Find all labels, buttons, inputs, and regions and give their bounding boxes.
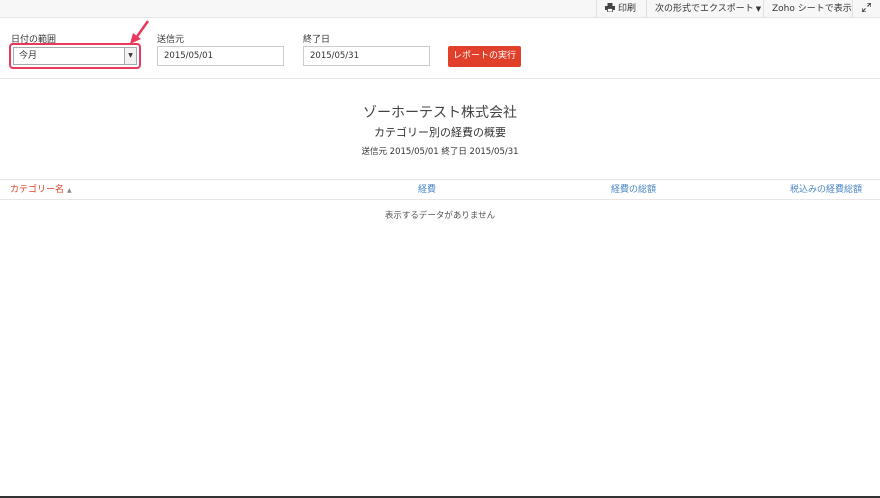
column-header-expense-total-with-tax[interactable]: 税込みの経費総額 xyxy=(790,180,862,200)
report-date-range: 送信元 2015/05/01 終了日 2015/05/31 xyxy=(361,147,519,157)
print-label: 印刷 xyxy=(618,4,637,14)
sort-icon[interactable]: ▲ xyxy=(67,187,72,194)
from-date-value: 2015/05/01 xyxy=(164,51,213,61)
run-report-button[interactable]: レポートの実行 xyxy=(448,46,521,67)
expand-icon xyxy=(861,2,872,13)
top-toolbar: 印刷 次の形式でエクスポート ▼ Zoho シートで表示 xyxy=(0,0,880,18)
report-title: カテゴリー別の経費の概要 xyxy=(374,126,506,139)
date-range-value: 今月 xyxy=(19,51,38,61)
filter-bar: 日付の範囲 今月 ▼ 送信元 2015/05/01 終了日 2015/05/31… xyxy=(0,18,880,79)
date-range-highlight: 今月 ▼ xyxy=(9,43,141,69)
expand-button[interactable] xyxy=(852,0,880,18)
column-header-category-label: カテゴリー名 xyxy=(10,185,65,195)
to-date-input[interactable]: 2015/05/31 xyxy=(303,46,430,66)
print-button[interactable]: 印刷 xyxy=(596,0,644,18)
column-header-expense-total[interactable]: 経費の総額 xyxy=(611,180,656,200)
export-dropdown[interactable]: 次の形式でエクスポート ▼ xyxy=(646,0,769,18)
column-header-expense[interactable]: 経費 xyxy=(418,180,436,200)
export-label: 次の形式でエクスポート xyxy=(655,4,754,14)
date-range-select[interactable]: 今月 ▼ xyxy=(13,47,137,65)
view-in-sheet-button[interactable]: Zoho シートで表示 xyxy=(763,0,860,18)
company-name: ゾーホーテスト株式会社 xyxy=(363,105,517,121)
sheet-label: Zoho シートで表示 xyxy=(772,4,852,14)
to-date-value: 2015/05/31 xyxy=(310,51,359,61)
from-label: 送信元 xyxy=(157,35,185,45)
printer-icon xyxy=(605,3,615,13)
column-header-category[interactable]: カテゴリー名 ▲ xyxy=(10,180,72,201)
empty-table-message: 表示するデータがありません xyxy=(384,211,496,221)
table-header: カテゴリー名 ▲ 経費 経費の総額 税込みの経費総額 xyxy=(0,179,880,200)
caret-down-icon: ▼ xyxy=(755,5,762,13)
to-label: 終了日 xyxy=(303,35,331,45)
annotation-arrow-icon xyxy=(130,20,150,44)
report-page: 印刷 次の形式でエクスポート ▼ Zoho シートで表示 日付の範囲 今月 ▼ 送… xyxy=(0,0,880,498)
from-date-input[interactable]: 2015/05/01 xyxy=(157,46,284,66)
chevron-down-icon[interactable]: ▼ xyxy=(124,48,136,64)
